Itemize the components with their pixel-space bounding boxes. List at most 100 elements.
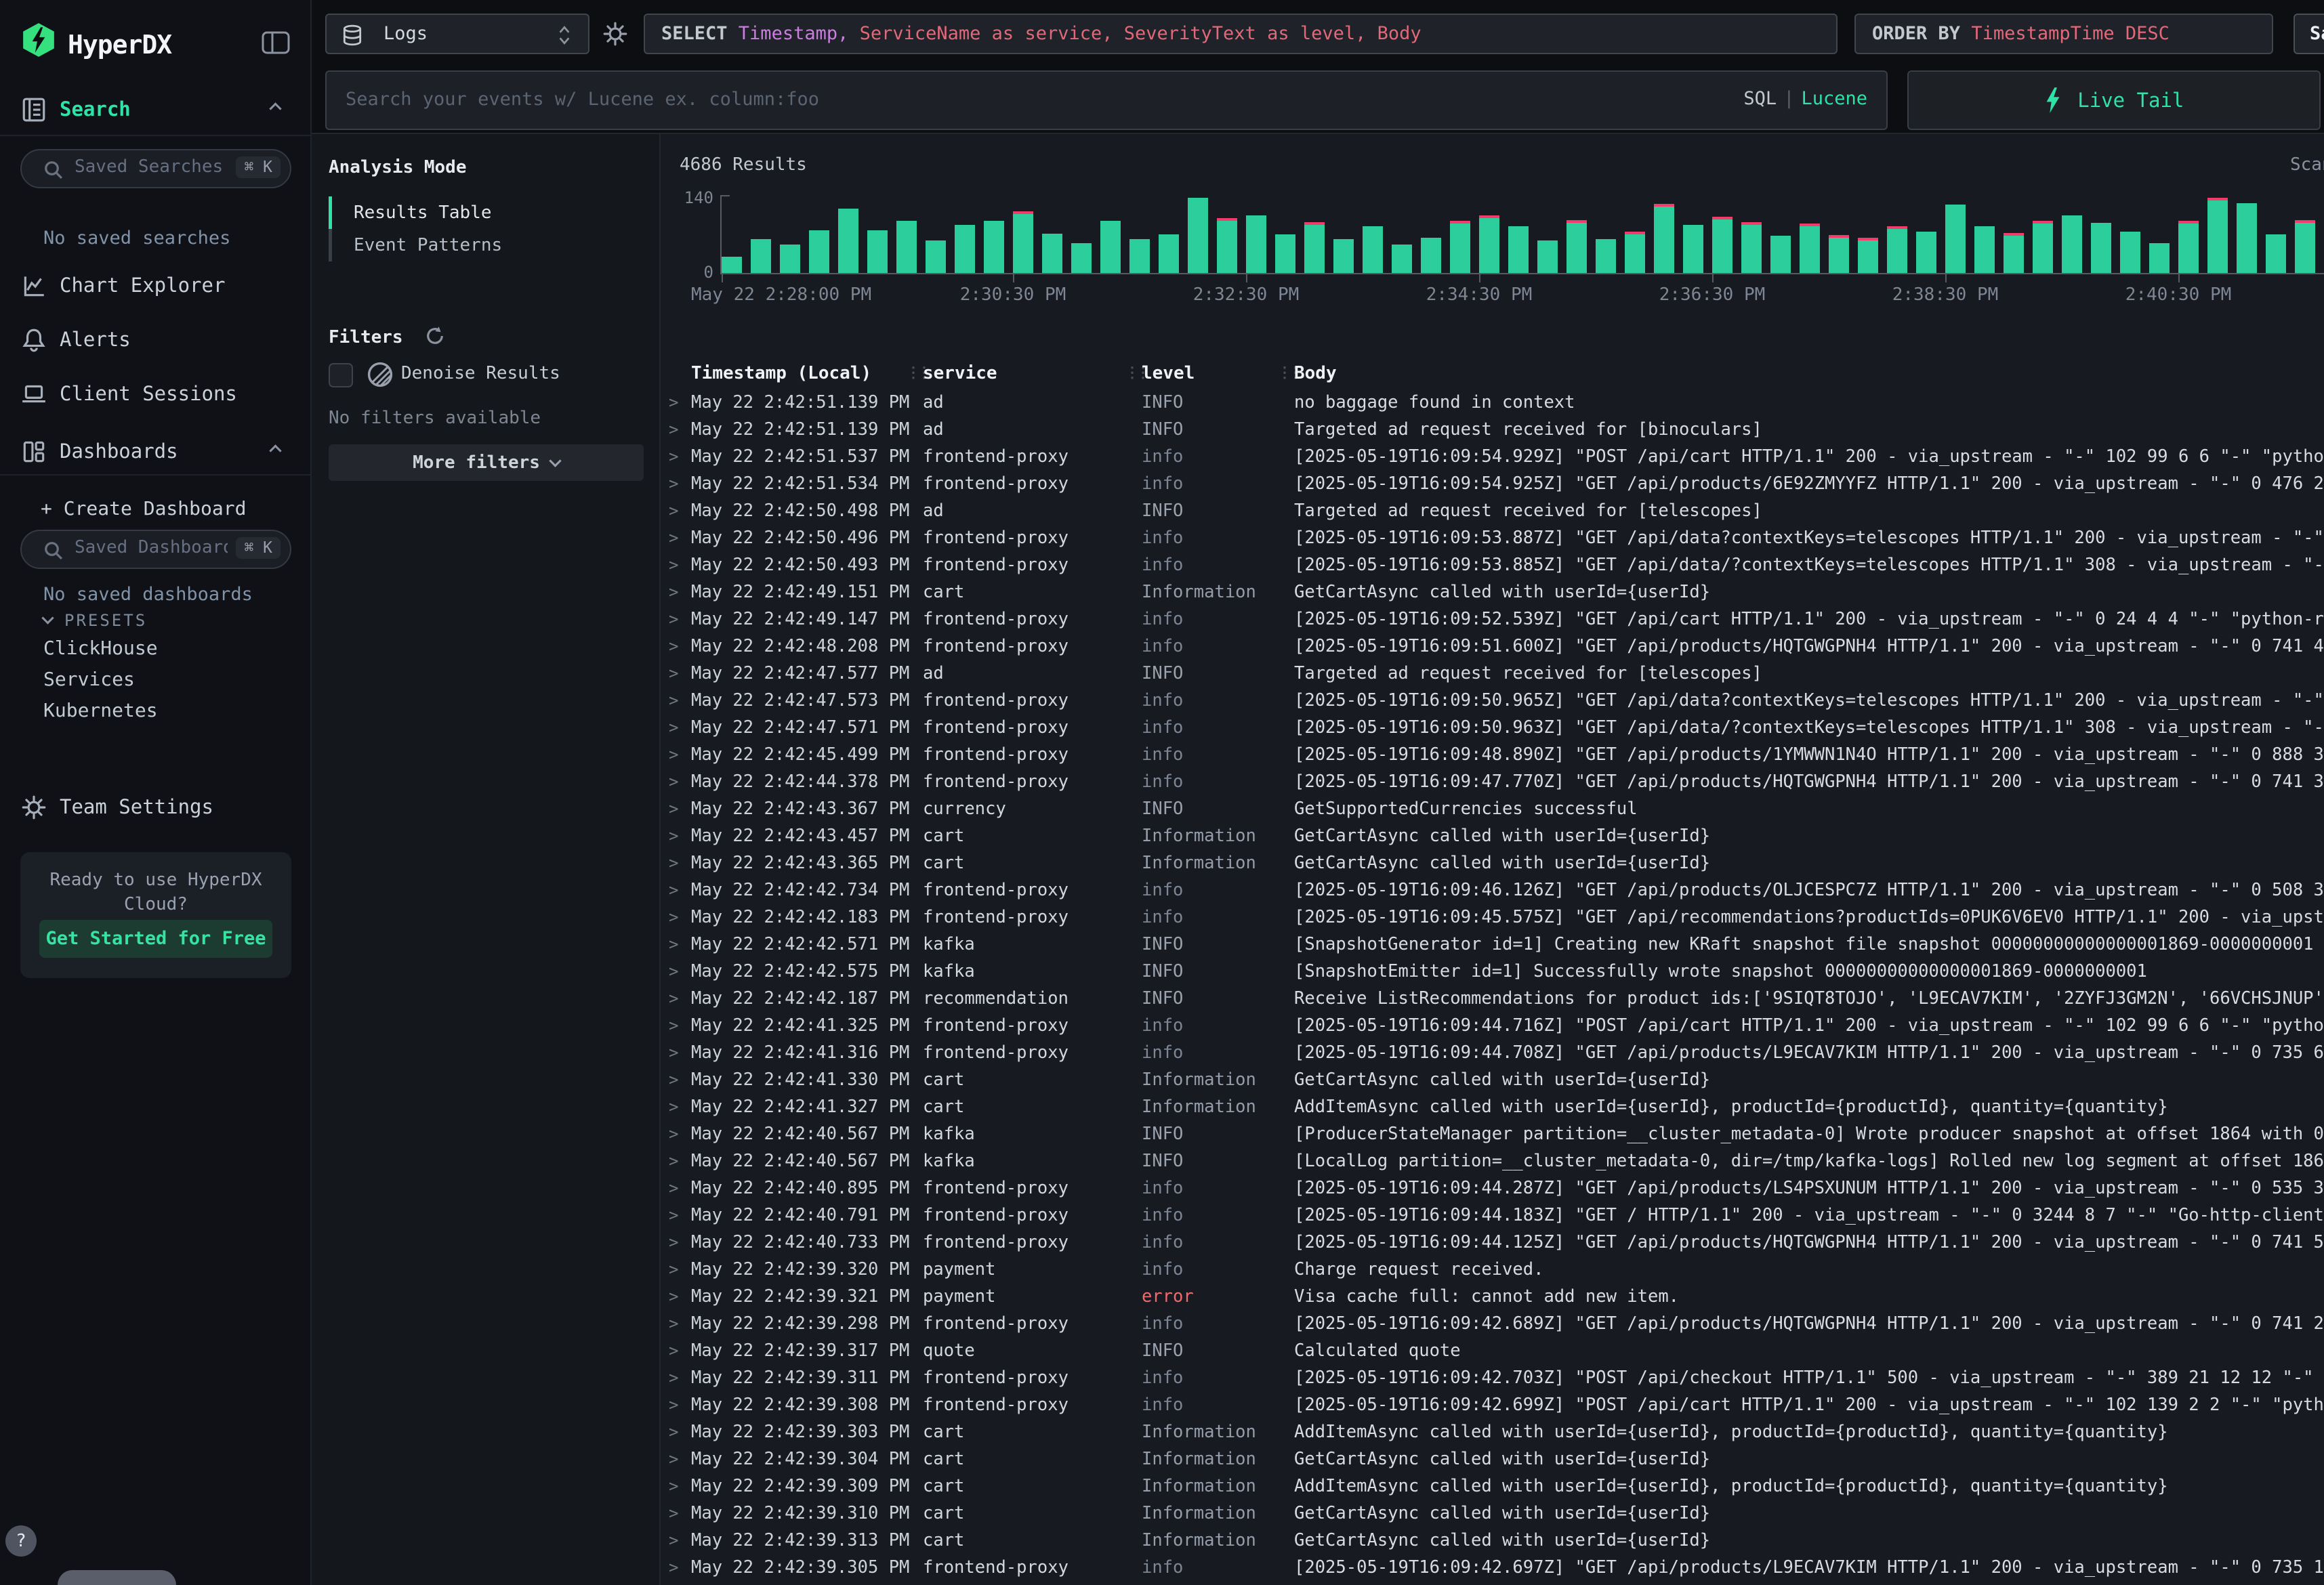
histogram-bar[interactable] xyxy=(1129,196,1150,273)
col-level[interactable]: level xyxy=(1142,363,1195,383)
table-row[interactable]: >May 22 2:42:45.499 PMfrontend-proxyinfo… xyxy=(661,741,2324,768)
histogram-bar[interactable] xyxy=(722,196,742,273)
histogram-bar[interactable] xyxy=(1217,196,1237,273)
histogram-bar[interactable] xyxy=(896,196,917,273)
table-row[interactable]: >May 22 2:42:39.302 PMfrontend-proxyinfo… xyxy=(661,1581,2324,1585)
histogram-bar[interactable] xyxy=(2178,196,2199,273)
table-row[interactable]: >May 22 2:42:42.183 PMfrontend-proxyinfo… xyxy=(661,904,2324,931)
create-dashboard-button[interactable]: + Create Dashboard xyxy=(41,497,246,520)
histogram-bar[interactable] xyxy=(1829,196,1849,273)
table-row[interactable]: >May 22 2:42:43.365 PMcartInformationGet… xyxy=(661,849,2324,876)
preset-item-kubernetes[interactable]: Kubernetes xyxy=(43,699,158,721)
table-row[interactable]: >May 22 2:42:50.493 PMfrontend-proxyinfo… xyxy=(661,551,2324,578)
histogram-bar[interactable] xyxy=(2062,196,2082,273)
histogram-bar[interactable] xyxy=(1625,196,1645,273)
histogram-bar[interactable] xyxy=(2091,196,2111,273)
help-button[interactable]: ? xyxy=(5,1525,37,1557)
table-row[interactable]: >May 22 2:42:39.320 PMpaymentinfoCharge … xyxy=(661,1256,2324,1283)
mode-event-patterns[interactable]: Event Patterns xyxy=(354,229,502,261)
histogram-bar[interactable] xyxy=(1246,196,1266,273)
source-settings-gear-icon[interactable] xyxy=(602,20,629,47)
sidebar-item-dashboards[interactable]: Dashboards xyxy=(0,437,312,468)
histogram-bar[interactable] xyxy=(1887,196,1907,273)
table-row[interactable]: >May 22 2:42:40.895 PMfrontend-proxyinfo… xyxy=(661,1175,2324,1202)
histogram-bar[interactable] xyxy=(1566,196,1587,273)
table-row[interactable]: >May 22 2:42:51.534 PMfrontend-proxyinfo… xyxy=(661,470,2324,497)
histogram-bar[interactable] xyxy=(751,196,771,273)
table-row[interactable]: >May 22 2:42:43.457 PMcartInformationGet… xyxy=(661,822,2324,849)
table-row[interactable]: >May 22 2:42:39.321 PMpaymenterrorVisa c… xyxy=(661,1283,2324,1310)
table-row[interactable]: >May 22 2:42:43.367 PMcurrencyINFOGetSup… xyxy=(661,795,2324,822)
histogram-bar[interactable] xyxy=(1071,196,1092,273)
col-body[interactable]: Body xyxy=(1294,363,1337,383)
sidebar-item-client-sessions[interactable]: Client Sessions xyxy=(0,379,312,410)
query-language-toggle[interactable]: SQL|Lucene xyxy=(1743,88,1867,109)
histogram-bar[interactable] xyxy=(2120,196,2140,273)
toggle-lucene[interactable]: Lucene xyxy=(1801,88,1867,109)
saved-dashboards-input[interactable] xyxy=(73,536,229,558)
histogram-bar[interactable] xyxy=(1421,196,1441,273)
table-row[interactable]: >May 22 2:42:51.537 PMfrontend-proxyinfo… xyxy=(661,443,2324,470)
table-row[interactable]: >May 22 2:42:39.304 PMcartInformationGet… xyxy=(661,1445,2324,1473)
table-row[interactable]: >May 22 2:42:39.308 PMfrontend-proxyinfo… xyxy=(661,1391,2324,1418)
histogram-bar[interactable] xyxy=(955,196,975,273)
histogram-bar[interactable] xyxy=(1508,196,1529,273)
mode-results-table[interactable]: Results Table xyxy=(354,196,492,229)
get-started-button[interactable]: Get Started for Free xyxy=(39,920,272,958)
table-row[interactable]: >May 22 2:42:51.139 PMadINFOno baggage f… xyxy=(661,389,2324,416)
saved-dashboards-search[interactable]: ⌘ K xyxy=(20,530,291,569)
denoise-checkbox[interactable] xyxy=(329,363,353,387)
histogram-bar[interactable] xyxy=(1275,196,1295,273)
histogram-bar[interactable] xyxy=(1800,196,1820,273)
histogram-bar[interactable] xyxy=(1916,196,1936,273)
histogram-bar[interactable] xyxy=(867,196,888,273)
table-row[interactable]: >May 22 2:42:39.303 PMcartInformationAdd… xyxy=(661,1418,2324,1445)
histogram-bar[interactable] xyxy=(809,196,829,273)
histogram-bar[interactable] xyxy=(2033,196,2053,273)
histogram-bar[interactable] xyxy=(1159,196,1179,273)
live-tail-button[interactable]: Live Tail xyxy=(1907,70,2321,130)
table-row[interactable]: >May 22 2:42:41.325 PMfrontend-proxyinfo… xyxy=(661,1012,2324,1039)
table-row[interactable]: >May 22 2:42:41.316 PMfrontend-proxyinfo… xyxy=(661,1039,2324,1066)
table-row[interactable]: >May 22 2:42:42.187 PMrecommendationINFO… xyxy=(661,985,2324,1012)
histogram-bar[interactable] xyxy=(1188,196,1208,273)
sidebar-item-search[interactable]: Search xyxy=(0,95,312,126)
table-row[interactable]: >May 22 2:42:40.733 PMfrontend-proxyinfo… xyxy=(661,1229,2324,1256)
table-row[interactable]: >May 22 2:42:47.577 PMadINFOTargeted ad … xyxy=(661,660,2324,687)
histogram-bar[interactable] xyxy=(1333,196,1354,273)
col-service[interactable]: service xyxy=(923,363,997,383)
refresh-icon[interactable] xyxy=(424,325,446,347)
histogram-bar[interactable] xyxy=(1945,196,1966,273)
histogram-bar[interactable] xyxy=(1304,196,1325,273)
bottom-partial-pill[interactable] xyxy=(58,1570,176,1585)
table-row[interactable]: >May 22 2:42:39.313 PMcartInformationGet… xyxy=(661,1527,2324,1554)
histogram-bar[interactable] xyxy=(780,196,800,273)
histogram-bar[interactable] xyxy=(1683,196,1703,273)
histogram-bar[interactable] xyxy=(2004,196,2024,273)
table-row[interactable]: >May 22 2:42:51.139 PMadINFOTargeted ad … xyxy=(661,416,2324,443)
saved-searches-search[interactable]: ⌘ K xyxy=(20,149,291,188)
histogram-bar[interactable] xyxy=(1100,196,1121,273)
col-timestamp[interactable]: Timestamp (Local) xyxy=(691,363,871,383)
histogram-bar[interactable] xyxy=(1537,196,1558,273)
histogram-bar[interactable] xyxy=(2207,196,2228,273)
histogram-bar[interactable] xyxy=(838,196,858,273)
table-row[interactable]: >May 22 2:42:42.571 PMkafkaINFO[Snapshot… xyxy=(661,931,2324,958)
select-clause-input[interactable]: SELECT Timestamp, ServiceName as service… xyxy=(644,14,1838,54)
sidebar-item-alerts[interactable]: Alerts xyxy=(0,325,312,356)
histogram-bar[interactable] xyxy=(1479,196,1499,273)
histogram-bar[interactable] xyxy=(1741,196,1762,273)
table-row[interactable]: >May 22 2:42:39.305 PMfrontend-proxyinfo… xyxy=(661,1554,2324,1581)
table-row[interactable]: >May 22 2:42:44.378 PMfrontend-proxyinfo… xyxy=(661,768,2324,795)
sidebar-item-team-settings[interactable]: Team Settings xyxy=(0,792,312,824)
histogram-bar[interactable] xyxy=(984,196,1004,273)
table-row[interactable]: >May 22 2:42:49.147 PMfrontend-proxyinfo… xyxy=(661,606,2324,633)
table-row[interactable]: >May 22 2:42:48.208 PMfrontend-proxyinfo… xyxy=(661,633,2324,660)
histogram-bar[interactable] xyxy=(1974,196,1995,273)
table-row[interactable]: >May 22 2:42:41.330 PMcartInformationGet… xyxy=(661,1066,2324,1093)
event-search-input[interactable] xyxy=(344,79,1632,119)
histogram-bar[interactable] xyxy=(1392,196,1412,273)
histogram-bar[interactable] xyxy=(2266,196,2286,273)
table-row[interactable]: >May 22 2:42:39.317 PMquoteINFOCalculate… xyxy=(661,1337,2324,1364)
histogram-bar[interactable] xyxy=(2237,196,2257,273)
